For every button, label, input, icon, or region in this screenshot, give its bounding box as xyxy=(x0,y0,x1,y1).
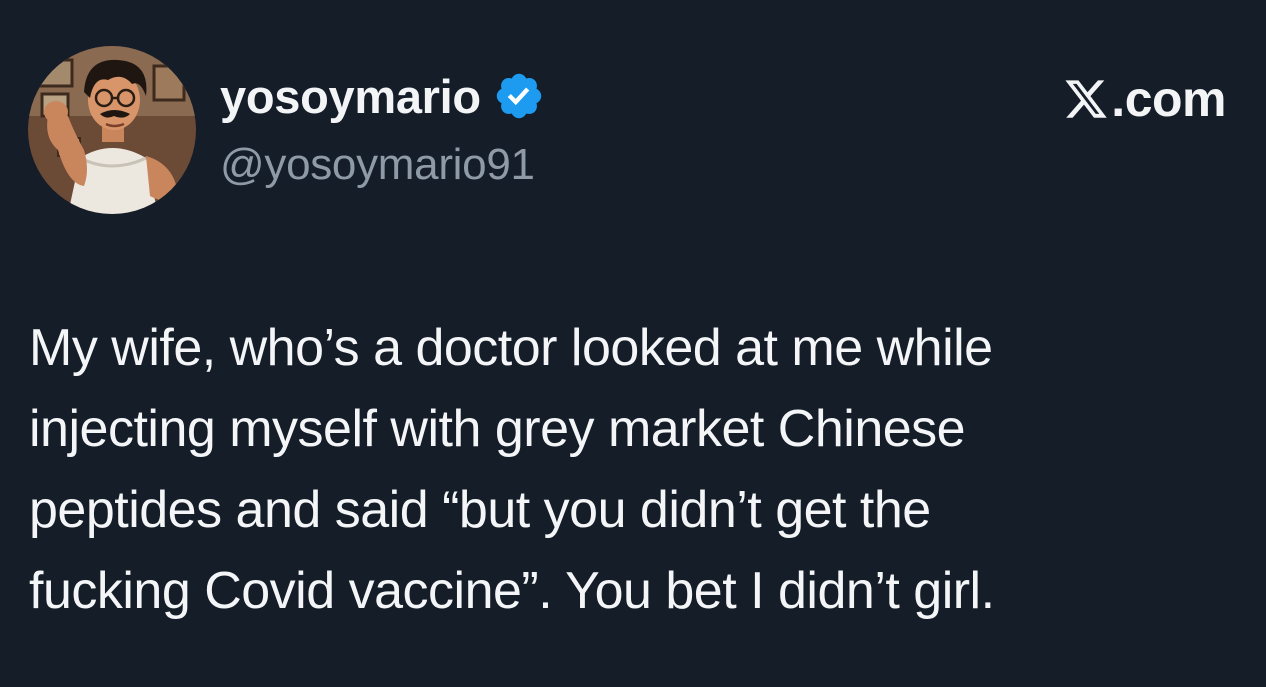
tweet-text-line: fucking Covid vaccine”. You bet I didn’t… xyxy=(29,562,995,620)
author-name-row: yosoymario xyxy=(220,66,545,126)
author-handle[interactable]: @yosoymario91 xyxy=(220,140,535,190)
tweet-text-line: peptides and said “but you didn’t get th… xyxy=(29,481,931,539)
x-logo-icon xyxy=(1065,80,1108,118)
tweet-text-line: injecting myself with grey market Chines… xyxy=(29,400,966,458)
tweet-text-line: My wife, who’s a doctor looked at me whi… xyxy=(29,319,993,377)
display-name[interactable]: yosoymario xyxy=(220,69,481,124)
verified-badge-icon xyxy=(496,73,542,119)
tweet-card: yosoymario @yosoymario91 .com My wife, w… xyxy=(0,0,1266,687)
avatar-illustration xyxy=(28,46,196,214)
tweet-text: My wife, who’s a doctor looked at me whi… xyxy=(29,308,1249,632)
avatar[interactable] xyxy=(28,46,196,214)
brand-text: .com xyxy=(1111,71,1226,127)
brand-logo[interactable]: .com xyxy=(1063,70,1226,128)
